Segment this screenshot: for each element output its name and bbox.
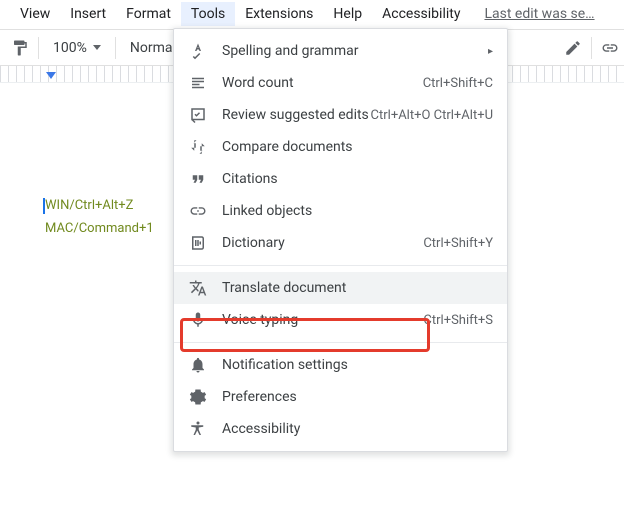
voice-icon <box>188 310 208 330</box>
menu-item-label: Notification settings <box>222 357 493 373</box>
menu-item-label: Review suggested edits <box>222 107 371 123</box>
menu-item-word-count[interactable]: Word countCtrl+Shift+C <box>174 67 507 99</box>
tools-menu: Spelling and grammar▸Word countCtrl+Shif… <box>173 28 508 452</box>
menubar: ViewInsertFormatToolsExtensionsHelpAcces… <box>0 0 624 28</box>
menu-item-translate-document[interactable]: Translate document <box>174 272 507 304</box>
dict-icon <box>188 233 208 253</box>
menu-shortcut: Ctrl+Shift+Y <box>423 236 493 251</box>
menu-item-label: Voice typing <box>222 312 423 328</box>
menu-item-notification-settings[interactable]: Notification settings <box>174 349 507 381</box>
bell-icon <box>188 355 208 375</box>
menu-item-dictionary[interactable]: DictionaryCtrl+Shift+Y <box>174 227 507 259</box>
a11y-icon <box>188 419 208 439</box>
menu-item-label: Dictionary <box>222 235 423 251</box>
menu-shortcut: Ctrl+Shift+C <box>423 76 493 91</box>
last-edit-link[interactable]: Last edit was se… <box>484 6 594 22</box>
menu-item-label: Accessibility <box>222 421 493 437</box>
zoom-value: 100% <box>53 40 87 56</box>
menu-insert[interactable]: Insert <box>60 2 116 26</box>
compare-icon <box>188 137 208 157</box>
menu-extensions[interactable]: Extensions <box>235 2 323 26</box>
cite-icon <box>188 169 208 189</box>
indent-marker[interactable] <box>46 72 56 79</box>
menu-item-label: Citations <box>222 171 493 187</box>
paragraph-style-value: Normal <box>130 40 176 56</box>
menu-help[interactable]: Help <box>323 2 372 26</box>
menu-item-preferences[interactable]: Preferences <box>174 381 507 413</box>
paint-format-button[interactable] <box>6 34 34 62</box>
zoom-select[interactable]: 100% <box>43 40 111 56</box>
link-icon <box>600 39 620 57</box>
menu-item-label: Spelling and grammar <box>222 43 488 59</box>
doc-line-2[interactable]: MAC/Command+1 <box>45 221 154 236</box>
review-icon <box>188 105 208 125</box>
menu-item-label: Linked objects <box>222 203 493 219</box>
menu-accessibility[interactable]: Accessibility <box>372 2 470 26</box>
menu-shortcut: Ctrl+Alt+O Ctrl+Alt+U <box>371 108 493 123</box>
paint-roller-icon <box>11 39 29 57</box>
menu-item-label: Compare documents <box>222 139 493 155</box>
menu-item-label: Word count <box>222 75 423 91</box>
menu-tools[interactable]: Tools <box>181 2 235 26</box>
menu-item-compare-documents[interactable]: Compare documents <box>174 131 507 163</box>
chevron-down-icon <box>93 45 101 50</box>
editing-mode-button[interactable] <box>559 34 587 62</box>
menu-item-citations[interactable]: Citations <box>174 163 507 195</box>
linked-icon <box>188 201 208 221</box>
spell-icon <box>188 41 208 61</box>
menu-divider <box>174 342 507 343</box>
pencil-icon <box>564 39 582 57</box>
wordcount-icon <box>188 73 208 93</box>
menu-item-voice-typing[interactable]: Voice typingCtrl+Shift+S <box>174 304 507 336</box>
menu-shortcut: Ctrl+Shift+S <box>423 313 493 328</box>
menu-item-review-suggested-edits[interactable]: Review suggested editsCtrl+Alt+O Ctrl+Al… <box>174 99 507 131</box>
menu-divider <box>174 265 507 266</box>
doc-line-1[interactable]: WIN/Ctrl+Alt+Z <box>45 198 133 213</box>
menu-item-label: Preferences <box>222 389 493 405</box>
insert-link-button[interactable] <box>596 34 624 62</box>
menu-item-label: Translate document <box>222 280 493 296</box>
menu-item-spelling-and-grammar[interactable]: Spelling and grammar▸ <box>174 35 507 67</box>
translate-icon <box>188 278 208 298</box>
prefs-icon <box>188 387 208 407</box>
menu-view[interactable]: View <box>10 2 60 26</box>
menu-item-linked-objects[interactable]: Linked objects <box>174 195 507 227</box>
submenu-arrow-icon: ▸ <box>488 46 493 57</box>
menu-item-accessibility[interactable]: Accessibility <box>174 413 507 445</box>
menu-format[interactable]: Format <box>116 2 181 26</box>
